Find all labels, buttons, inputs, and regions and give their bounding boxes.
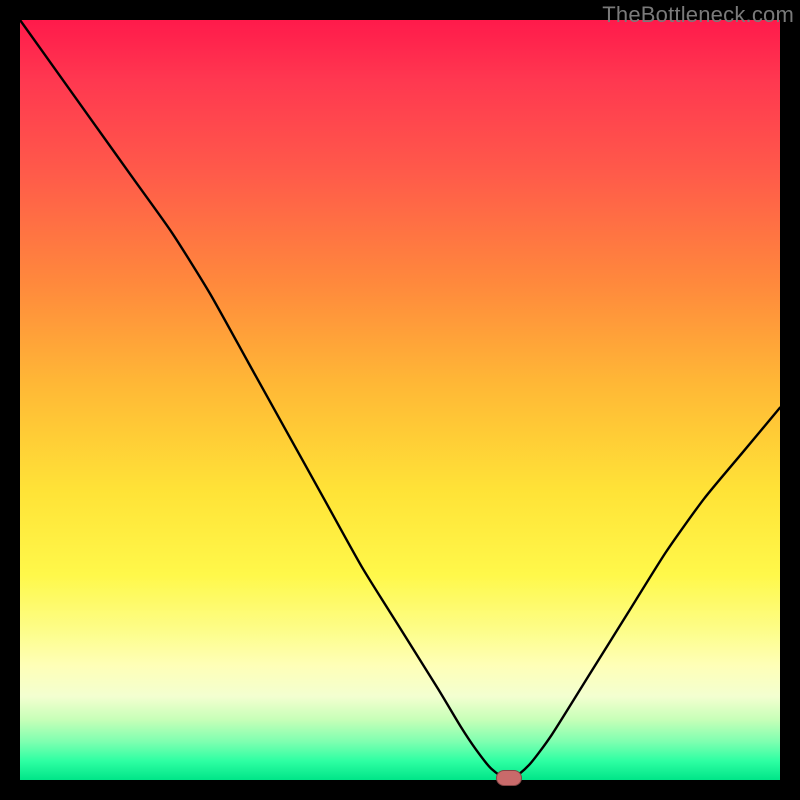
- plot-area: [20, 20, 780, 780]
- chart-frame: TheBottleneck.com: [0, 0, 800, 800]
- bottleneck-curve: [20, 20, 780, 780]
- optimal-marker: [496, 770, 522, 786]
- watermark-text: TheBottleneck.com: [602, 2, 794, 28]
